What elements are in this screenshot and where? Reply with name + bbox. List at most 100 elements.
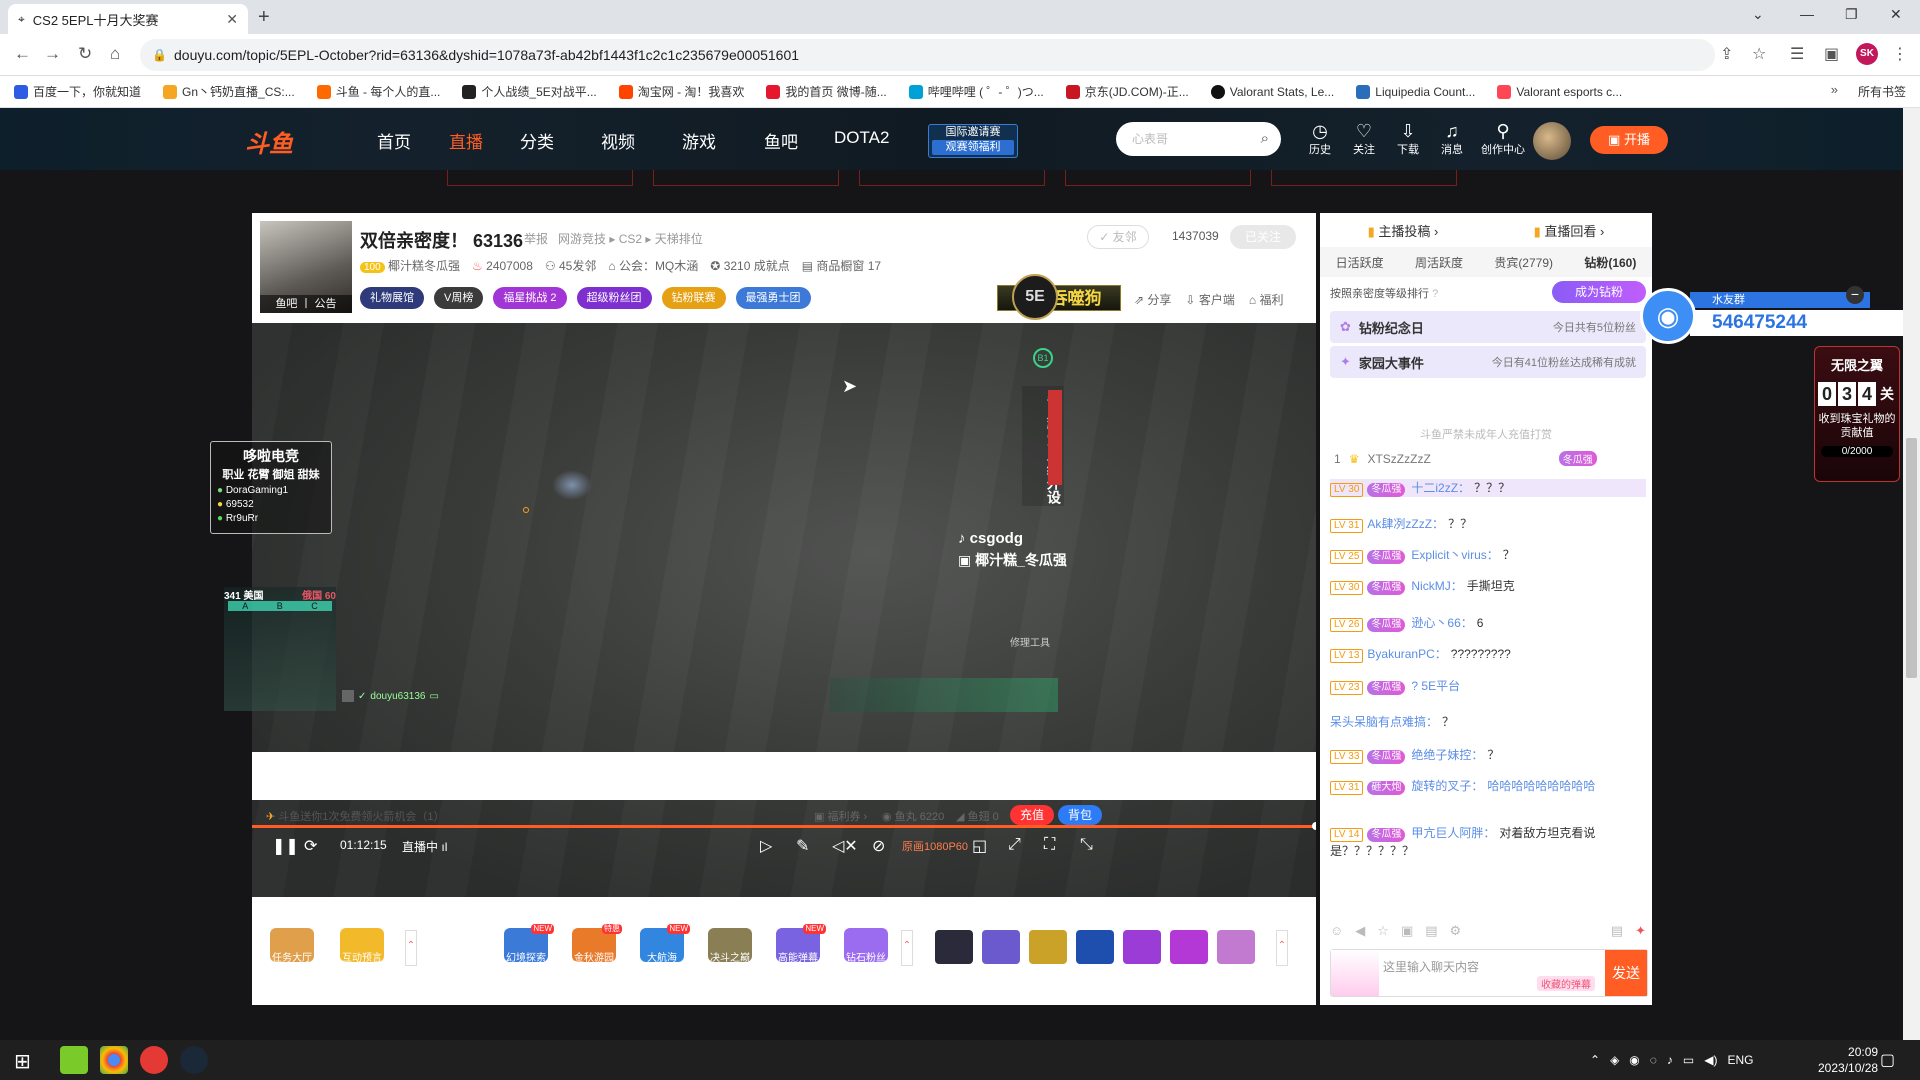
tab-daily[interactable]: 日活跃度 [1336, 254, 1384, 271]
welfare-coupon[interactable]: ▣ 福利券 › [814, 808, 867, 824]
horn-icon[interactable]: ◀ [1355, 923, 1365, 939]
tray-app-icon[interactable]: ◉ [1629, 1053, 1639, 1067]
gift-box-item[interactable] [1217, 930, 1255, 964]
collected-barrage-button[interactable]: 收藏的弹幕 [1537, 976, 1595, 991]
gift-box-item[interactable] [1076, 930, 1114, 964]
guild[interactable]: ⌂ 公会：MQ木涵 [608, 257, 698, 274]
anchor-info[interactable]: 100 椰汁糕冬瓜强 [360, 257, 460, 274]
windows-start-icon[interactable]: ⊞ [14, 1049, 31, 1074]
tab-search-icon[interactable]: ⌄ [1752, 6, 1764, 23]
gift-box-item[interactable] [1170, 930, 1208, 964]
gift-item[interactable]: 决斗之巅 [708, 928, 752, 964]
share-button[interactable]: ⇗ 分享 [1134, 291, 1171, 308]
chat-input-box[interactable]: 这里输入聊天内容 收藏的弹幕 发送 [1330, 949, 1648, 997]
quality-select[interactable]: 原画1080P60 [902, 838, 968, 854]
edit-icon[interactable]: ✎ [796, 836, 809, 856]
chat-username[interactable]: ? 5E平台 [1411, 679, 1460, 693]
vweek-pill[interactable]: V周榜 [434, 287, 484, 309]
nav-yuba[interactable]: 鱼吧 [764, 128, 798, 153]
tab-vip[interactable]: 贵宾(2779) [1494, 254, 1553, 271]
room-category[interactable]: 网游竞技 ▸ CS2 ▸ 天梯排位 [558, 230, 703, 247]
tray-app-icon[interactable]: ◈ [1610, 1053, 1619, 1067]
nav-dota2[interactable]: DOTA2 [834, 128, 889, 148]
chat-username[interactable]: 绝绝子妹控： [1411, 748, 1483, 762]
diamond-league-pill[interactable]: 钻粉联赛 [661, 287, 726, 309]
danmaku-toggle-icon[interactable]: ⊘ [872, 836, 885, 856]
reading-list-icon[interactable]: ☰ [1790, 44, 1804, 64]
task-hall-button[interactable]: 任务大厅 [270, 928, 314, 964]
nav-live[interactable]: 直播 [449, 128, 483, 153]
widescreen-icon[interactable]: ⤢ [1008, 836, 1021, 854]
lucky-challenge-pill[interactable]: 福星挑战 2 [493, 287, 567, 309]
network-icon[interactable]: ▭ [1683, 1053, 1694, 1067]
go-live-button[interactable]: ▣ 开播 [1590, 126, 1668, 154]
browser-tab[interactable]: ⌖ CS2 5EPL十月大奖赛 ✕ [8, 4, 248, 34]
event-tab[interactable] [653, 170, 839, 186]
become-fan-button[interactable]: 成为钻粉 [1552, 281, 1646, 303]
level-box[interactable]: 无限之翼 034关 收到珠宝礼物的贡献值 0/2000 [1814, 346, 1900, 482]
bookmark-item[interactable]: 斗鱼 - 每个人的直... [316, 83, 440, 100]
nav-category[interactable]: 分类 [520, 128, 554, 153]
bookmark-star-icon[interactable]: ☆ [1752, 44, 1766, 64]
app-icon[interactable] [60, 1046, 88, 1074]
mute-icon[interactable]: ◁✕ [832, 836, 858, 856]
minimize-button[interactable]: — [1800, 6, 1814, 22]
backpack-button[interactable]: 背包 [1058, 805, 1102, 825]
close-tab-icon[interactable]: ✕ [226, 11, 238, 28]
language-indicator[interactable]: ENG [1728, 1053, 1754, 1067]
free-rocket-hint[interactable]: ✈ 斗鱼送你1次免费领火箭机会（1） [266, 808, 445, 824]
chat-username[interactable]: 旋转的叉子： [1411, 779, 1483, 793]
super-fans-pill[interactable]: 超级粉丝团 [576, 287, 652, 309]
new-tab-button[interactable]: + [258, 6, 270, 29]
chat-username[interactable]: ByakuranPC： [1367, 647, 1446, 661]
bookmark-item[interactable]: Valorant Stats, Le... [1210, 84, 1334, 99]
event-tab[interactable] [447, 170, 633, 186]
tray-expand-icon[interactable]: ⌃ [1590, 1053, 1600, 1067]
chat-username[interactable]: NickMJ： [1411, 579, 1462, 593]
share-icon[interactable]: ⇪ [1720, 44, 1733, 64]
creator-center-button[interactable]: ⚲ 创作中心 [1478, 121, 1528, 157]
tray-app-icon[interactable]: ◌ [1650, 1053, 1657, 1067]
fullscreen-icon[interactable]: ⤡ [1080, 836, 1093, 854]
more-bookmarks-icon[interactable]: » [1831, 82, 1838, 97]
shop-window[interactable]: ▤ 商品橱窗 17 [802, 257, 881, 274]
report-link[interactable]: 举报 [524, 230, 548, 247]
event-tab[interactable] [859, 170, 1045, 186]
menu-icon[interactable]: ⋮ [1892, 44, 1908, 64]
event-tab[interactable] [1271, 170, 1457, 186]
fold-icon[interactable]: ▤ [1611, 923, 1623, 939]
maximize-button[interactable]: ❐ [1845, 6, 1858, 23]
scrollbar-thumb[interactable] [1906, 438, 1917, 678]
home-icon[interactable]: ⌂ [110, 44, 120, 64]
poster-tag[interactable]: 鱼吧 丨 公告 [260, 295, 352, 313]
anchor-posts-link[interactable]: ▮ 主播投稿 › [1368, 221, 1439, 240]
red-packet-icon[interactable] [1331, 950, 1379, 996]
fan-group-widget[interactable]: 水友群 546475244 ◉ [1640, 288, 1920, 344]
back-icon[interactable]: ← [14, 44, 31, 64]
gift-item[interactable]: 大航海 NEW [640, 924, 690, 964]
home-event-card[interactable]: ✦ 家园大事件 今日有41位粉丝达成稀有成就 [1330, 346, 1646, 378]
send-button[interactable]: 发送 [1605, 950, 1647, 996]
messages-button[interactable]: ♫ 消息 [1432, 121, 1472, 157]
refresh-icon[interactable]: ⟳ [304, 836, 317, 856]
gift-item[interactable]: 幻境探索 NEW [504, 924, 554, 964]
friend-button[interactable]: ✓ 友邻 [1087, 225, 1149, 249]
follow-list-button[interactable]: ♡ 关注 [1344, 121, 1384, 157]
notification-icon[interactable]: ▢ [1880, 1050, 1895, 1070]
pause-icon[interactable]: ❚❚ [272, 836, 299, 856]
steam-icon[interactable] [180, 1046, 208, 1074]
settings-icon[interactable]: ⚙ [1450, 923, 1462, 939]
chat-username[interactable]: 甲亢巨人阿胖： [1411, 826, 1495, 840]
collapse-icon[interactable]: − [1846, 286, 1864, 304]
gift-item[interactable]: 金秋游园 特惠 [572, 924, 622, 964]
members[interactable]: ⚇ 45发邻 [545, 257, 596, 274]
ea-icon[interactable] [140, 1046, 168, 1074]
bookmark-item[interactable]: 个人战绩_5E对战平... [462, 83, 597, 100]
fan-icon[interactable]: ▣ [1401, 923, 1413, 939]
achievements[interactable]: ✪ 3210 成就点 [710, 257, 789, 274]
expand-up-icon[interactable]: ⌃ [901, 930, 913, 966]
close-window-button[interactable]: ✕ [1890, 6, 1902, 23]
screenshot-icon[interactable]: ▷ [760, 836, 772, 856]
bookmark-item[interactable]: Gn丶钙奶直播_CS:... [163, 83, 295, 100]
profile-avatar[interactable]: SK [1856, 43, 1878, 65]
